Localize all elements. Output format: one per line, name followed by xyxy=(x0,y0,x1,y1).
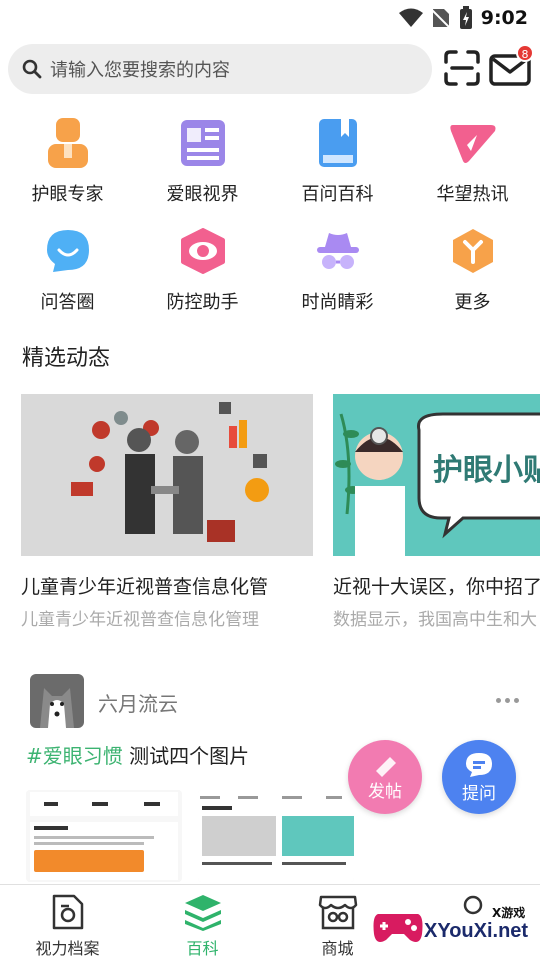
grid-item-hot-news[interactable]: 华望热讯 xyxy=(405,112,540,220)
archive-icon xyxy=(52,894,83,930)
grid-item-control-assistant[interactable]: 防控助手 xyxy=(135,220,270,328)
more-icon xyxy=(448,226,498,276)
tab-label: 商城 xyxy=(321,939,354,958)
grid-label: 更多 xyxy=(454,292,491,313)
grid-label: 护眼专家 xyxy=(31,184,104,205)
grid-item-eye-expert[interactable]: 护眼专家 xyxy=(0,112,135,220)
card-image-eye-tips: 护眼小贴士 xyxy=(333,394,540,556)
ask-fab-label: 提问 xyxy=(462,783,496,804)
shop-icon xyxy=(318,895,357,930)
tab-vision-archive[interactable]: 视力档案 xyxy=(0,885,135,960)
question-bubble-icon xyxy=(466,752,492,777)
card-image-business xyxy=(21,394,313,556)
book-icon xyxy=(313,118,363,168)
post-fab-button[interactable]: 发帖 xyxy=(348,740,422,814)
wifi-icon xyxy=(398,8,423,27)
incognito-icon xyxy=(313,226,363,276)
tab-label: 百科 xyxy=(186,939,219,958)
grid-item-eye-vision[interactable]: 爱眼视界 xyxy=(135,112,270,220)
more-options-icon[interactable] xyxy=(496,698,519,703)
pen-icon xyxy=(376,756,396,777)
post-username[interactable]: 六月流云 xyxy=(98,688,178,717)
quick-access-grid: 护眼专家 爱眼视界 百问百科 华望热讯 问答圈 防控助手 时尚睛彩 更多 xyxy=(0,112,540,328)
doctor-icon xyxy=(43,118,93,168)
layers-icon xyxy=(184,895,221,931)
avatar[interactable] xyxy=(30,674,84,728)
post-fab-label: 发帖 xyxy=(368,781,402,802)
no-sim-icon xyxy=(430,8,451,29)
grid-label: 百问百科 xyxy=(301,184,374,205)
post-body: 测试四个图片 xyxy=(122,744,250,768)
search-row: 请输入您要搜索的内容 8 xyxy=(8,44,534,96)
status-bar: 9:02 xyxy=(0,0,540,38)
search-input[interactable]: 请输入您要搜索的内容 xyxy=(8,44,432,94)
featured-card[interactable]: 护眼小贴士 近视十大误区，你中招了 数据显示，我国高中生和大 xyxy=(333,394,540,630)
unread-badge: 8 xyxy=(516,44,534,62)
status-icons: 9:02 xyxy=(398,6,528,30)
search-icon xyxy=(22,59,42,79)
post-image[interactable] xyxy=(26,790,182,882)
grid-item-more[interactable]: 更多 xyxy=(405,220,540,328)
message-button[interactable]: 8 xyxy=(488,44,534,90)
battery-charging-icon xyxy=(459,6,472,29)
search-placeholder: 请输入您要搜索的内容 xyxy=(50,60,230,81)
grid-item-encyclopedia[interactable]: 百问百科 xyxy=(270,112,405,220)
post-text: #爱眼习惯 测试四个图片 xyxy=(26,740,249,769)
ask-fab-button[interactable]: 提问 xyxy=(442,740,516,814)
card-subtitle: 儿童青少年近视普查信息化管理 xyxy=(21,610,259,630)
chat-bubble-icon xyxy=(43,226,93,276)
featured-carousel[interactable]: 儿童青少年近视普查信息化管 儿童青少年近视普查信息化管理 护眼小贴士 近视十大误… xyxy=(21,394,540,634)
news-icon xyxy=(178,118,228,168)
scan-button[interactable] xyxy=(442,48,482,88)
grid-label: 问答圈 xyxy=(40,292,95,313)
tab-label: 视力档案 xyxy=(35,939,100,958)
grid-label: 时尚睛彩 xyxy=(301,292,374,313)
scan-icon xyxy=(444,50,480,86)
featured-card[interactable]: 儿童青少年近视普查信息化管 儿童青少年近视普查信息化管理 xyxy=(21,394,313,630)
post-image[interactable] xyxy=(198,790,354,882)
card-title: 近视十大误区，你中招了 xyxy=(333,576,540,598)
send-icon xyxy=(448,118,498,168)
eye-icon xyxy=(178,226,228,276)
card-title: 儿童青少年近视普查信息化管 xyxy=(21,576,269,598)
grid-label: 爱眼视界 xyxy=(166,184,239,205)
grid-label: 防控助手 xyxy=(166,292,239,313)
card-subtitle: 数据显示，我国高中生和大 xyxy=(333,610,537,630)
grid-item-qa-circle[interactable]: 问答圈 xyxy=(0,220,135,328)
grid-item-fashion[interactable]: 时尚睛彩 xyxy=(270,220,405,328)
svg-text:护眼小贴士: 护眼小贴士 xyxy=(433,453,540,488)
gamepad-logo-icon xyxy=(373,914,423,942)
section-title: 精选动态 xyxy=(22,346,111,371)
tab-encyclopedia[interactable]: 百科 xyxy=(135,885,270,960)
status-time: 9:02 xyxy=(480,7,528,29)
grid-label: 华望热讯 xyxy=(436,184,509,205)
post-hashtag[interactable]: #爱眼习惯 xyxy=(26,744,123,768)
watermark: X游戏 XYouXi.net xyxy=(372,894,540,960)
